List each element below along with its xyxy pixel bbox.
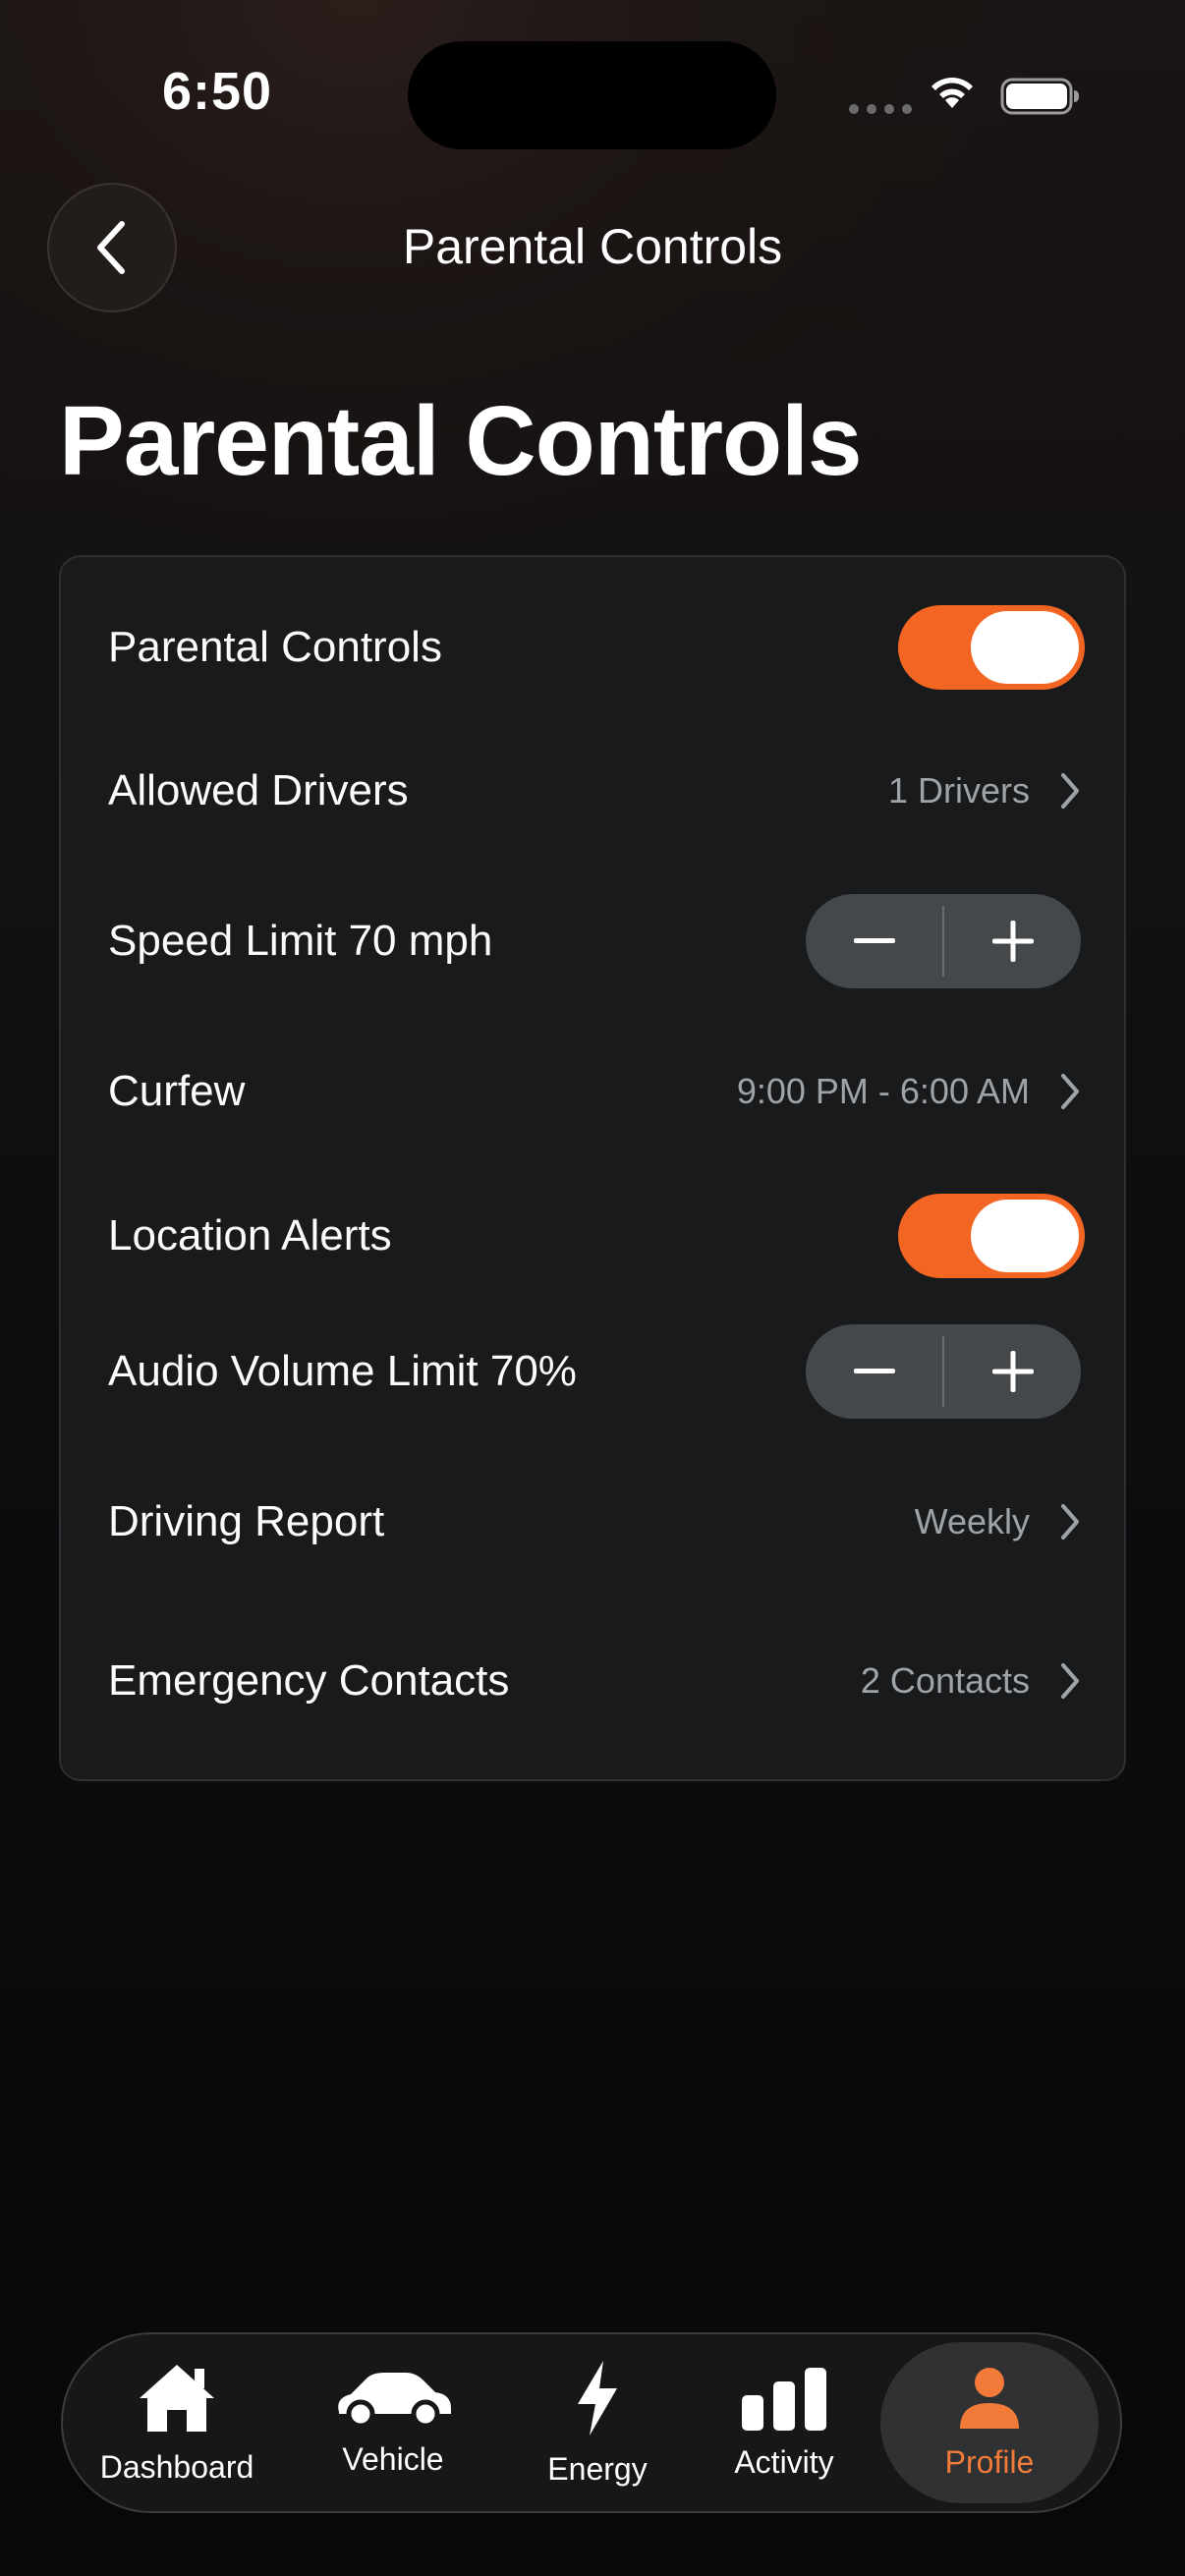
allowed-drivers-label: Allowed Drivers bbox=[108, 766, 409, 814]
chevron-right-icon bbox=[1061, 1663, 1079, 1699]
audio-volume-increase-button[interactable] bbox=[944, 1324, 1081, 1419]
plus-icon bbox=[991, 1351, 1034, 1392]
tab-bar: Dashboard Vehicle Energy Activity Profil… bbox=[61, 2332, 1122, 2513]
tab-label: Activity bbox=[734, 2443, 834, 2480]
driving-report-row[interactable]: Driving Report Weekly bbox=[61, 1475, 1124, 1569]
bolt-icon bbox=[578, 2360, 617, 2436]
curfew-label: Curfew bbox=[108, 1067, 246, 1115]
house-icon bbox=[140, 2364, 214, 2432]
battery-icon bbox=[1000, 78, 1079, 115]
chevron-right-icon bbox=[1061, 1074, 1079, 1109]
minus-icon bbox=[853, 1369, 895, 1373]
location-alerts-label: Location Alerts bbox=[108, 1211, 392, 1260]
tab-activity[interactable]: Activity bbox=[688, 2342, 880, 2503]
minus-icon bbox=[853, 938, 895, 943]
emergency-contacts-label: Emergency Contacts bbox=[108, 1656, 510, 1705]
speed-limit-decrease-button[interactable] bbox=[806, 894, 942, 988]
audio-volume-stepper bbox=[806, 1324, 1081, 1419]
toggle-knob bbox=[971, 1200, 1079, 1272]
parental-controls-row: Parental Controls bbox=[61, 600, 1124, 695]
location-alerts-row: Location Alerts bbox=[61, 1189, 1124, 1283]
driving-report-value: Weekly bbox=[914, 1501, 1030, 1541]
allowed-drivers-row[interactable]: Allowed Drivers 1 Drivers bbox=[61, 744, 1124, 838]
tab-label: Profile bbox=[944, 2443, 1035, 2480]
nav-title: Parental Controls bbox=[402, 219, 783, 274]
speed-limit-row: Speed Limit 70 mph bbox=[61, 894, 1124, 988]
curfew-value: 9:00 PM - 6:00 AM bbox=[736, 1071, 1030, 1111]
tab-energy[interactable]: Energy bbox=[507, 2342, 688, 2503]
toggle-knob bbox=[971, 611, 1079, 684]
tab-label: Energy bbox=[547, 2450, 648, 2487]
dynamic-island bbox=[408, 41, 776, 149]
tab-vehicle[interactable]: Vehicle bbox=[279, 2342, 507, 2503]
status-time: 6:50 bbox=[162, 62, 273, 121]
plus-icon bbox=[991, 921, 1034, 962]
page-title: Parental Controls bbox=[59, 386, 862, 496]
speed-limit-label: Speed Limit 70 mph bbox=[108, 917, 493, 965]
tab-profile[interactable]: Profile bbox=[880, 2342, 1099, 2503]
speed-limit-increase-button[interactable] bbox=[944, 894, 1081, 988]
emergency-contacts-row[interactable]: Emergency Contacts 2 Contacts bbox=[61, 1634, 1124, 1728]
speed-limit-stepper bbox=[806, 894, 1081, 988]
parental-controls-toggle[interactable] bbox=[898, 605, 1085, 690]
cellular-signal-icon bbox=[849, 104, 912, 114]
settings-card: Parental Controls Allowed Drivers 1 Driv… bbox=[59, 555, 1126, 1781]
bar-chart-icon bbox=[742, 2367, 826, 2431]
person-icon bbox=[960, 2367, 1019, 2429]
chevron-right-icon bbox=[1061, 1504, 1079, 1540]
audio-volume-decrease-button[interactable] bbox=[806, 1324, 942, 1419]
location-alerts-toggle[interactable] bbox=[898, 1194, 1085, 1278]
tab-label: Dashboard bbox=[99, 2448, 254, 2485]
allowed-drivers-value: 1 Drivers bbox=[887, 770, 1030, 811]
curfew-row[interactable]: Curfew 9:00 PM - 6:00 AM bbox=[61, 1044, 1124, 1139]
tab-label: Vehicle bbox=[342, 2440, 444, 2477]
chevron-right-icon bbox=[1061, 773, 1079, 809]
parental-controls-label: Parental Controls bbox=[108, 623, 442, 671]
audio-volume-limit-row: Audio Volume Limit 70% bbox=[61, 1324, 1124, 1419]
wifi-icon bbox=[931, 78, 973, 108]
car-icon bbox=[338, 2372, 451, 2428]
screen: 6:50 Parental Controls Parental Controls… bbox=[0, 0, 1185, 2576]
emergency-contacts-value: 2 Contacts bbox=[860, 1660, 1030, 1701]
tab-dashboard[interactable]: Dashboard bbox=[75, 2342, 279, 2503]
driving-report-label: Driving Report bbox=[108, 1497, 385, 1545]
audio-volume-limit-label: Audio Volume Limit 70% bbox=[108, 1347, 577, 1395]
